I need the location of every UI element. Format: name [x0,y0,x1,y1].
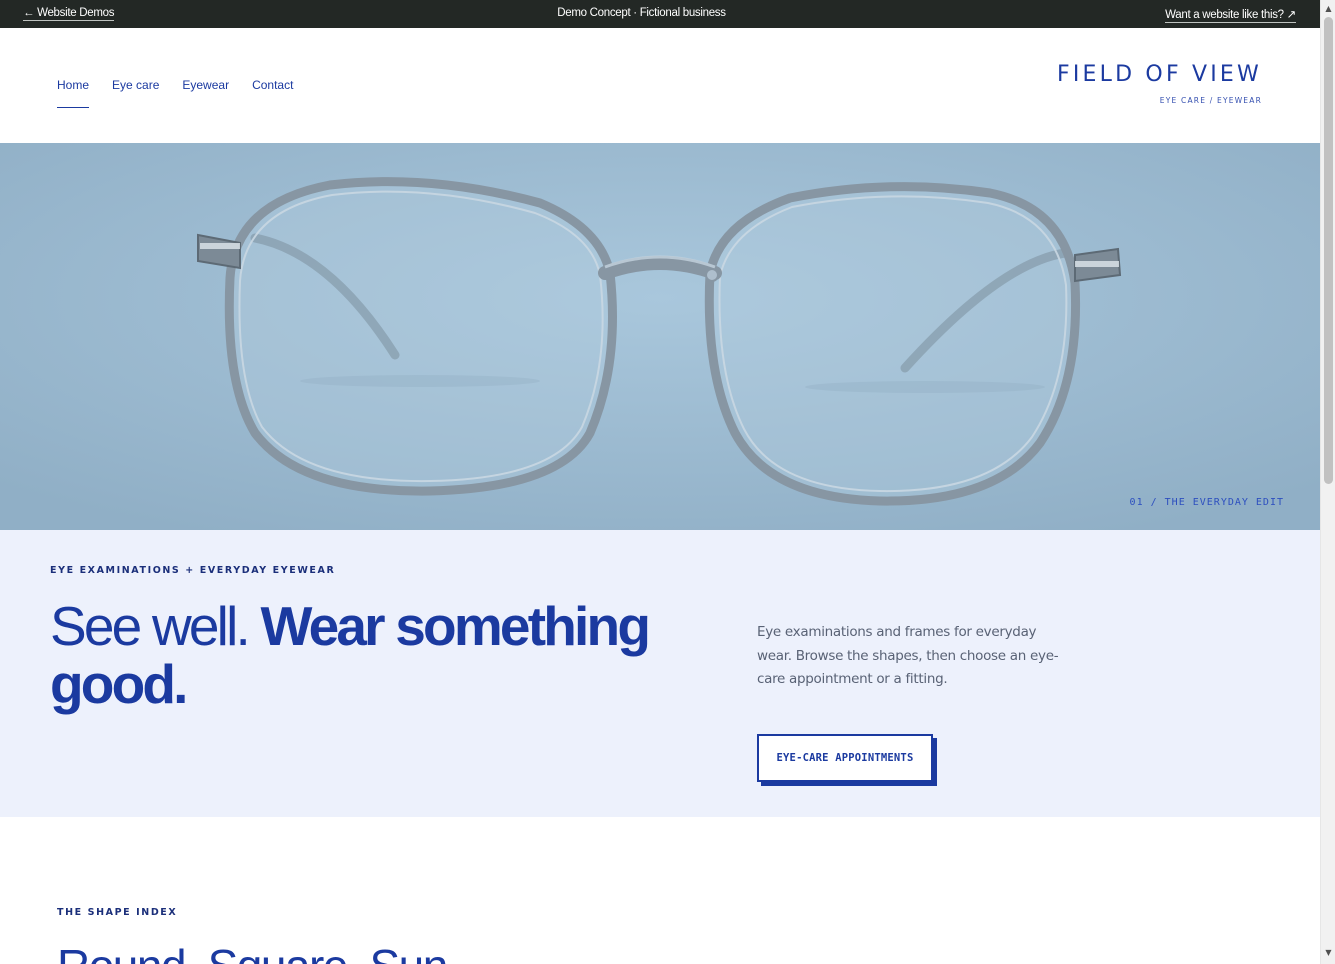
intro-description: Eye examinations and frames for everyday… [757,624,1059,687]
intro-eyebrow: EYE EXAMINATIONS + EVERYDAY EYEWEAR [50,565,336,576]
hero-headline: See well. Wear something good. [50,597,690,713]
shape-index-section: THE SHAPE INDEX Round. Square. Sun. [0,817,1320,964]
demo-topbar: ← Website Demos Demo Concept · Fictional… [0,0,1320,28]
nav-item-eye-care[interactable]: Eye care [112,78,159,92]
hero-image: 01 / THE EVERYDAY EDIT [0,143,1320,530]
brand-logo[interactable]: FIELD OF VIEW EYE CARE / EYEWEAR [1057,62,1262,105]
want-website-link[interactable]: Want a website like this? ↗ [1165,7,1296,23]
main-nav: Home Eye care Eyewear Contact [57,78,316,108]
intro-section: EYE EXAMINATIONS + EVERYDAY EYEWEAR See … [0,530,1320,817]
page-scrollbar[interactable]: ▲ ▼ [1320,0,1335,964]
site-header: Home Eye care Eyewear Contact FIELD OF V… [0,28,1320,143]
nav-item-eyewear[interactable]: Eyewear [182,78,229,92]
scroll-down-icon[interactable]: ▼ [1321,946,1335,960]
scrollbar-thumb[interactable] [1324,17,1333,484]
nav-item-home[interactable]: Home [57,78,90,108]
brand-tagline: EYE CARE / EYEWEAR [1159,96,1262,105]
eyeglasses-illustration [0,143,1320,530]
hero-caption: 01 / THE EVERYDAY EDIT [1129,497,1284,508]
nav-item-contact[interactable]: Contact [252,78,293,92]
scroll-up-icon[interactable]: ▲ [1321,2,1335,16]
headline-light: See well. [50,595,251,657]
eye-care-appointments-button[interactable]: EYE-CARE APPOINTMENTS [757,734,933,782]
demo-notice: Demo Concept · Fictional business [557,7,726,19]
shape-index-heading: Round. Square. Sun. [57,939,460,964]
shape-index-eyebrow: THE SHAPE INDEX [57,907,178,918]
brand-name: FIELD OF VIEW [1057,62,1262,87]
